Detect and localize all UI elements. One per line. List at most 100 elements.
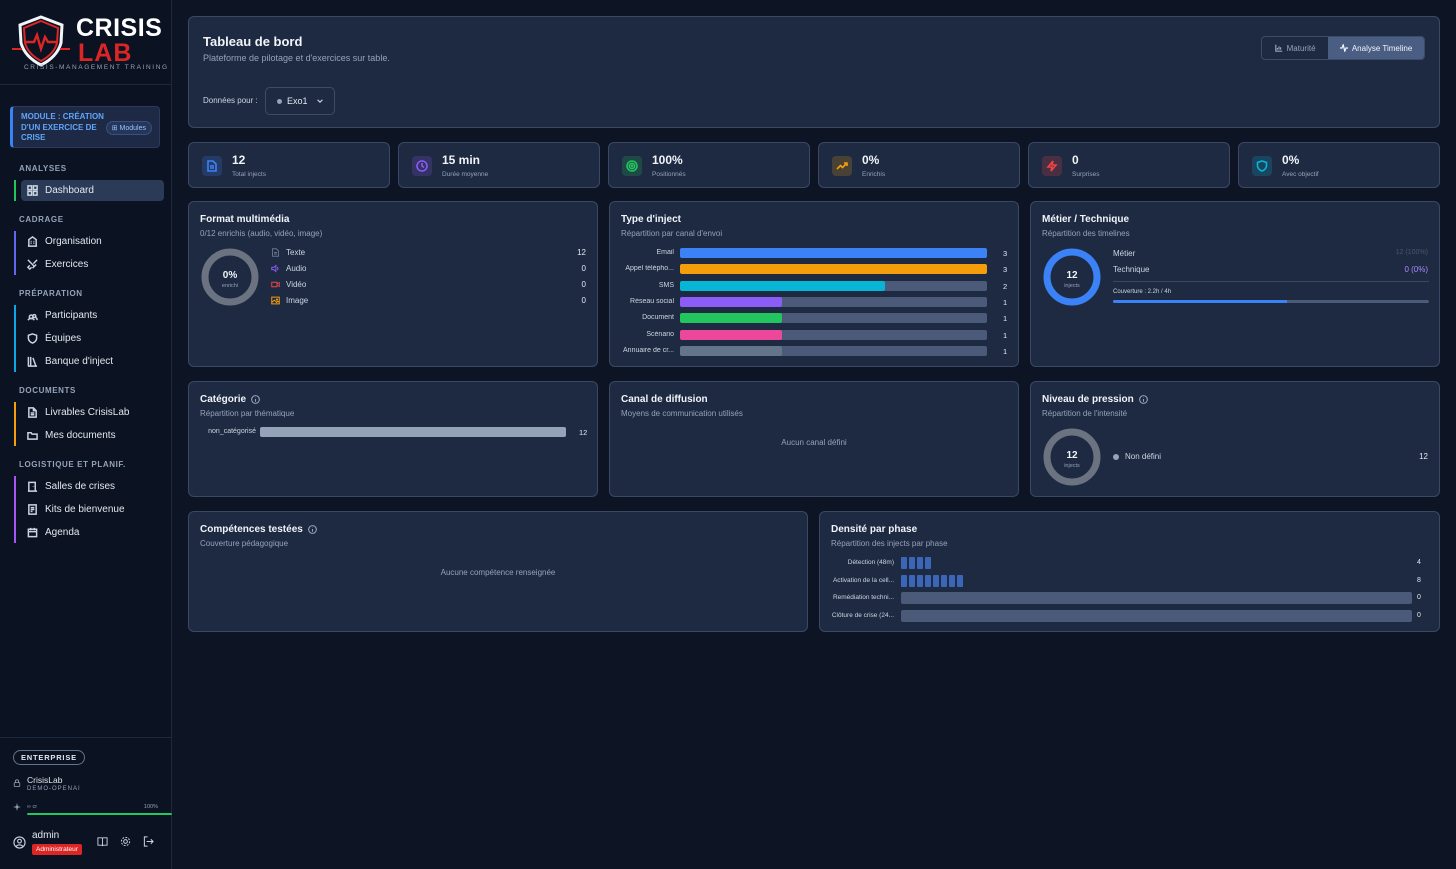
activity-icon <box>1339 44 1348 52</box>
document-icon <box>207 160 217 172</box>
pression-title: Niveau de pression <box>1042 394 1134 405</box>
competences-title-wrap: Compétences testées <box>200 524 317 535</box>
logout-icon[interactable] <box>143 836 154 847</box>
inject-type-bar-fill <box>680 264 987 275</box>
phase-segment <box>949 574 955 587</box>
modules-chip[interactable]: ⊞ Modules <box>105 121 152 135</box>
sidebar: CRISIS LAB CRISIS-MANAGEMENT TRAINING MO… <box>0 0 172 869</box>
categorie-row-value: 12 <box>579 428 588 437</box>
info-icon[interactable] <box>1138 395 1148 404</box>
info-icon[interactable] <box>251 395 261 404</box>
inject-type-value: 1 <box>1003 297 1008 307</box>
pression-donut: 12 injects <box>1043 428 1101 486</box>
sidebar-item-label: Banque d'inject <box>45 356 114 367</box>
sidebar-item-salles-de-crises[interactable]: Salles de crises <box>21 476 164 497</box>
page-subtitle: Plateforme de pilotage et d'exercices su… <box>203 53 390 63</box>
info-icon[interactable] <box>307 525 317 534</box>
inject-type-card: Type d'inject Répartition par canal d'en… <box>609 201 1019 367</box>
plan-badge: ENTERPRISE <box>13 750 85 765</box>
stat-card-1: 15 min Durée moyenne <box>398 142 600 188</box>
inject-type-value: 2 <box>1003 281 1008 291</box>
phase-empty-bar <box>901 609 1412 622</box>
sidebar-item-livrables-crisislab[interactable]: Livrables CrisisLab <box>21 402 164 423</box>
format-subtitle: 0/12 enrichis (audio, vidéo, image) <box>200 229 323 238</box>
categorie-subtitle: Répartition par thématique <box>200 409 295 418</box>
sidebar-item-organisation[interactable]: Organisation <box>21 231 164 252</box>
inject-type-value: 3 <box>1003 249 1008 258</box>
book-icon[interactable] <box>97 836 108 847</box>
categorie-card: Catégorie Répartition par thématique non… <box>188 381 598 497</box>
credits-pct: 100% <box>143 804 158 810</box>
sidebar-item-dashboard[interactable]: Dashboard <box>21 180 164 201</box>
phase-segment <box>901 557 907 569</box>
metier-subtitle: Répartition des timelines <box>1042 229 1130 238</box>
inject-type-bar <box>680 248 987 258</box>
stat-label: Enrichis <box>862 171 886 178</box>
pression-donut-label: injects <box>1064 463 1080 469</box>
text-icon <box>272 248 279 257</box>
org-name: CrisisLab <box>27 775 63 785</box>
stat-icon-wrap <box>412 156 432 176</box>
stat-label: Total injects <box>232 171 266 178</box>
stat-label: Positionnés <box>652 171 686 178</box>
phase-segment <box>925 557 931 569</box>
sidebar-item-kits-de-bienvenue[interactable]: Kits de bienvenue <box>21 499 164 520</box>
phase-value: 0 <box>1417 594 1421 601</box>
door-icon <box>27 481 38 492</box>
phase-segment <box>957 574 963 587</box>
sidebar-item-exercices[interactable]: Exercices <box>21 254 164 275</box>
org-info[interactable]: CrisisLab DEMO-OPENAI <box>13 775 81 792</box>
stat-value: 100% <box>652 153 683 167</box>
format-row-label: Texte <box>286 248 306 257</box>
inject-type-bar-fill <box>680 296 783 307</box>
pression-card: Niveau de pression Répartition de l'inte… <box>1030 381 1440 497</box>
metier-title: Métier / Technique <box>1042 214 1130 225</box>
exercise-select[interactable]: Exo1 <box>265 87 335 115</box>
inject-type-bar-fill <box>680 329 783 340</box>
inject-type-label: Email <box>656 249 674 256</box>
nav-group-3: Livrables CrisisLab Mes documents <box>14 402 171 446</box>
tab-maturite[interactable]: Maturité <box>1262 37 1328 59</box>
sidebar-item-agenda[interactable]: Agenda <box>21 522 164 543</box>
pression-legend-dot <box>1113 454 1119 460</box>
format-row-label: Image <box>286 296 309 305</box>
stat-card-0: 12 Total injects <box>188 142 390 188</box>
credits-label: ∞ cr <box>27 804 38 810</box>
sidebar-item-participants[interactable]: Participants <box>21 305 164 326</box>
canal-title: Canal de diffusion <box>621 394 708 405</box>
stat-value: 15 min <box>442 153 481 167</box>
competences-empty: Aucune compétence renseignée <box>440 568 556 577</box>
stat-value: 0% <box>862 153 880 167</box>
phase-segments <box>901 557 933 569</box>
inject-type-value: 1 <box>1003 346 1008 356</box>
gear-icon[interactable] <box>120 836 131 847</box>
sidebar-item-label: Livrables CrisisLab <box>45 407 130 418</box>
metier-card: Métier / Technique Répartition des timel… <box>1030 201 1440 367</box>
logo[interactable]: CRISIS LAB CRISIS-MANAGEMENT TRAINING <box>0 0 171 72</box>
stat-card-2: 100% Positionnés <box>608 142 810 188</box>
tab-analyse-timeline[interactable]: Analyse Timeline <box>1328 37 1424 59</box>
nav-group-4: Salles de crises Kits de bienvenue Agenda <box>14 476 171 543</box>
nav-group-0: Dashboard <box>14 180 171 201</box>
logo-word-lab: LAB <box>78 39 133 67</box>
inject-type-bar <box>680 264 987 275</box>
logo-tagline: CRISIS-MANAGEMENT TRAINING <box>24 64 169 71</box>
sidebar-item--quipes[interactable]: Équipes <box>21 328 164 349</box>
stat-label: Surprises <box>1072 171 1100 178</box>
user-circle-icon[interactable] <box>13 836 26 849</box>
stat-card-4: 0 Surprises <box>1028 142 1230 188</box>
metier-donut-value: 12 <box>1066 270 1078 281</box>
stat-card-5: 0% Avec objectif <box>1238 142 1440 188</box>
sparkle-icon <box>13 803 21 811</box>
canal-subtitle: Moyens de communication utilisés <box>621 409 743 418</box>
sidebar-item-label: Dashboard <box>45 185 94 196</box>
app: CRISIS LAB CRISIS-MANAGEMENT TRAINING MO… <box>0 0 1456 869</box>
swords-icon <box>27 259 38 270</box>
tab-analyse-label: Analyse Timeline <box>1351 43 1413 53</box>
nav-group-2: Participants Équipes Banque d'inject <box>14 305 171 372</box>
sidebar-item-mes-documents[interactable]: Mes documents <box>21 425 164 446</box>
categorie-row-label: non_catégorisé <box>208 428 256 435</box>
exercise-select-value: Exo1 <box>287 96 308 106</box>
sidebar-item-banque-d-inject[interactable]: Banque d'inject <box>21 351 164 372</box>
module-selector[interactable]: MODULE : CRÉATION D'UN EXERCICE DE CRISE… <box>10 106 160 148</box>
